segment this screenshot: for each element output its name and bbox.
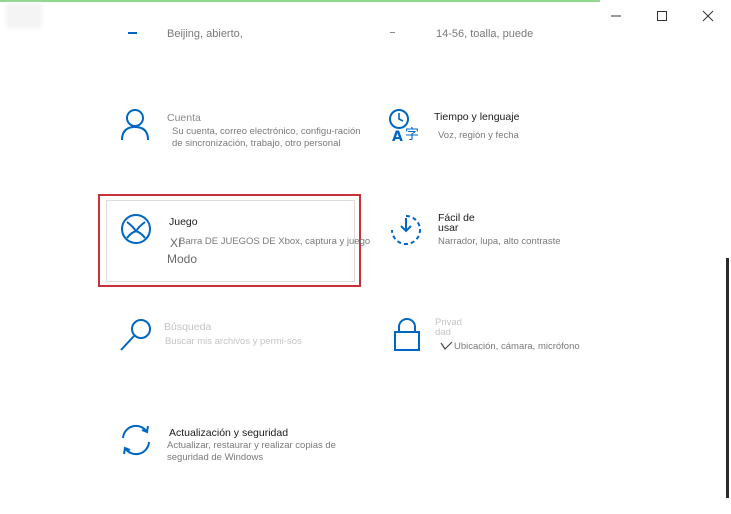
tile-title: Fácil de usar [438, 212, 475, 234]
svg-text:字: 字 [405, 127, 419, 142]
tile-facil-de-usar[interactable]: Fácil de usar Narrador, lupa, alto contr… [385, 210, 615, 270]
close-icon [702, 10, 714, 22]
update-sync-icon [122, 424, 150, 456]
tile-actualizacion-y-seguridad[interactable]: Actualización y seguridad Actualizar, re… [110, 420, 370, 480]
check-icon [440, 341, 453, 350]
tile-privacidad[interactable]: Privad dad Ubicación, cámara, micrófono [385, 315, 615, 375]
maximize-icon [657, 11, 667, 21]
tile-title: Búsqueda [164, 321, 212, 333]
tile-desc: Su cuenta, correo electrónico, configu-r… [172, 126, 361, 149]
account-icon [121, 109, 149, 141]
tile-juego-title: Juego [169, 216, 198, 228]
tile-desc: Buscar mis archivos y permi-sos [165, 336, 302, 347]
partial-right-desc: 14-56, toalla, puede [436, 28, 534, 40]
partial-tile-left[interactable]: Beijing, abierto, [110, 22, 360, 52]
tile-juego-modo-text: Modo [167, 252, 198, 266]
xbox-icon [121, 214, 151, 244]
search-icon [120, 319, 151, 351]
tile-busqueda[interactable]: Búsqueda Buscar mis archivos y permi-sos [110, 315, 370, 375]
blurred-corner [6, 4, 42, 28]
close-button[interactable] [697, 6, 719, 26]
tile-title: Privad dad [435, 317, 462, 338]
tile-cuenta[interactable]: Cuenta Su cuenta, correo electrónico, co… [110, 106, 370, 176]
tile-juego-desc: Barra DE JUEGOS DE Xbox, captura y juego [179, 236, 371, 247]
tile-title: Actualización y seguridad [169, 427, 289, 439]
tile-desc: Narrador, lupa, alto contraste [438, 236, 561, 247]
tile-desc: Ubicación, cámara, micrófono [454, 341, 580, 352]
partial-left-desc: Beijing, abierto, [167, 28, 243, 40]
lock-icon [394, 318, 420, 351]
partial-tile-right[interactable]: 14-56, toalla, puede [385, 22, 605, 52]
tile-title: Tiempo y lenguaje [434, 111, 520, 123]
minimize-button[interactable] [605, 6, 627, 26]
partial-icon [390, 32, 395, 33]
tile-title: Cuenta [167, 112, 201, 124]
tile-desc: Voz, región y fecha [438, 130, 519, 141]
top-accent-line [0, 0, 600, 2]
tile-tiempo-y-lenguaje[interactable]: A 字 Tiempo y lenguaje Voz, región y fech… [385, 106, 615, 166]
ease-of-access-icon [391, 215, 421, 245]
partial-icon [128, 32, 137, 34]
minimize-icon [611, 15, 621, 17]
maximize-button[interactable] [651, 6, 673, 26]
time-language-icon: A 字 [389, 109, 419, 142]
tile-desc: Actualizar, restaurar y realizar copias … [167, 440, 336, 463]
svg-text:A: A [392, 129, 403, 142]
scrollbar-thumb[interactable] [726, 258, 729, 498]
